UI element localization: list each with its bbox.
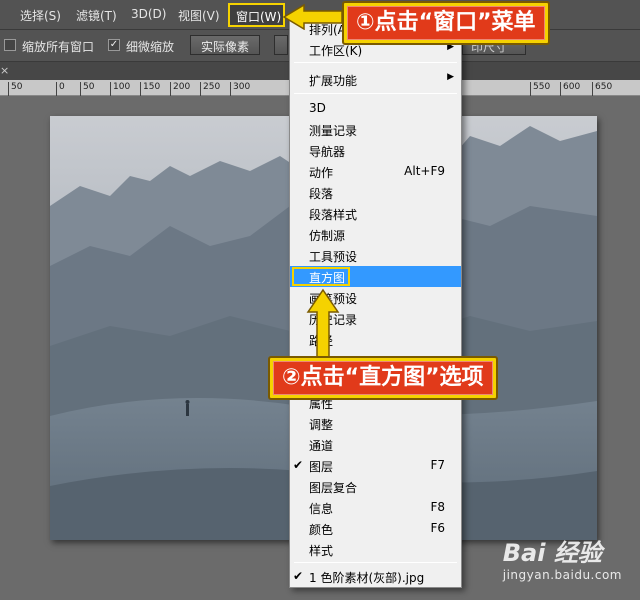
shortcut-label: F6 (430, 521, 445, 535)
ruler-tick: 300 (230, 82, 250, 96)
checkmark-icon: ✔ (293, 458, 304, 472)
menu-item-layer-comps[interactable]: 图层复合 (290, 476, 461, 497)
menu-item-channels[interactable]: 通道 (290, 434, 461, 455)
ruler-tick: 650 (592, 82, 612, 96)
menu-item-clone-source[interactable]: 仿制源 (290, 224, 461, 245)
watermark-url: jingyan.baidu.com (502, 568, 622, 582)
zoom-all-checkbox[interactable] (4, 39, 16, 51)
menu-item-open-document[interactable]: ✔ 1 色阶素材(灰部).jpg (290, 566, 461, 587)
menu-window[interactable]: 窗口(W) (228, 3, 285, 27)
baidu-jingyan-watermark: Bai 经验 jingyan.baidu.com (503, 533, 622, 582)
menu-item-color[interactable]: 颜色 F6 (290, 518, 461, 539)
menu-item-styles[interactable]: 样式 (290, 539, 461, 560)
ruler-tick: 550 (530, 82, 550, 96)
menu-item-histogram[interactable]: 直方图 (290, 266, 461, 287)
scrubby-zoom-label: 细微缩放 (126, 40, 175, 54)
actual-pixels-button[interactable]: 实际像素 (190, 35, 261, 55)
menu-item-paragraph-styles[interactable]: 段落样式 (290, 203, 461, 224)
ruler-tick: 0 (56, 82, 65, 96)
shortcut-label: Alt+F9 (404, 164, 445, 178)
menu-item-layers[interactable]: ✔ 图层 F7 (290, 455, 461, 476)
menu-separator (294, 62, 457, 63)
zoom-all-label: 缩放所有窗口 (22, 40, 95, 54)
arrow-left-icon (282, 4, 343, 30)
callout-step2: ②点击“直方图”选项 (268, 356, 498, 400)
close-tab-icon[interactable]: × (0, 64, 9, 77)
menu-item-actions[interactable]: 动作 Alt+F9 (290, 161, 461, 182)
scrubby-zoom-checkbox[interactable]: ✓ (108, 39, 120, 51)
shortcut-label: F7 (430, 458, 445, 472)
checkmark-icon: ✔ (293, 569, 304, 583)
watermark-brand: Bai 经验 (502, 539, 602, 567)
shortcut-label: F8 (430, 500, 445, 514)
callout-step2-text: ②点击“直方图”选项 (273, 361, 493, 395)
menu-filter[interactable]: 滤镜(T) (76, 7, 117, 24)
ruler-tick: 150 (140, 82, 160, 96)
menu-item-adjustments[interactable]: 调整 (290, 413, 461, 434)
menu-item-tool-presets[interactable]: 工具预设 (290, 245, 461, 266)
ruler-tick: 600 (560, 82, 580, 96)
ruler-tick: 50 (8, 82, 22, 96)
menu-view[interactable]: 视图(V) (178, 7, 220, 24)
ruler-tick: 200 (170, 82, 190, 96)
menu-separator (294, 93, 457, 94)
ruler-tick: 100 (110, 82, 130, 96)
menu-select[interactable]: 选择(S) (20, 7, 61, 24)
submenu-arrow-icon: ▶ (447, 72, 454, 82)
menu-item-paragraph[interactable]: 段落 (290, 182, 461, 203)
menu-item-3d[interactable]: 3D (290, 98, 461, 119)
callout-step1-text: ①点击“窗口”菜单 (347, 6, 545, 40)
ruler-tick: 250 (200, 82, 220, 96)
arrow-up-icon (306, 288, 340, 359)
menu-item-info[interactable]: 信息 F8 (290, 497, 461, 518)
fit-screen-button[interactable] (274, 35, 288, 55)
menu-item-extensions[interactable]: 扩展功能 ▶ (290, 69, 461, 90)
callout-step1: ①点击“窗口”菜单 (342, 1, 550, 45)
menu-item-measurement-log[interactable]: 测量记录 (290, 119, 461, 140)
menu-item-navigator[interactable]: 导航器 (290, 140, 461, 161)
menu-separator (294, 562, 457, 563)
menu-3d[interactable]: 3D(D) (131, 7, 166, 21)
ruler-tick: 50 (80, 82, 94, 96)
